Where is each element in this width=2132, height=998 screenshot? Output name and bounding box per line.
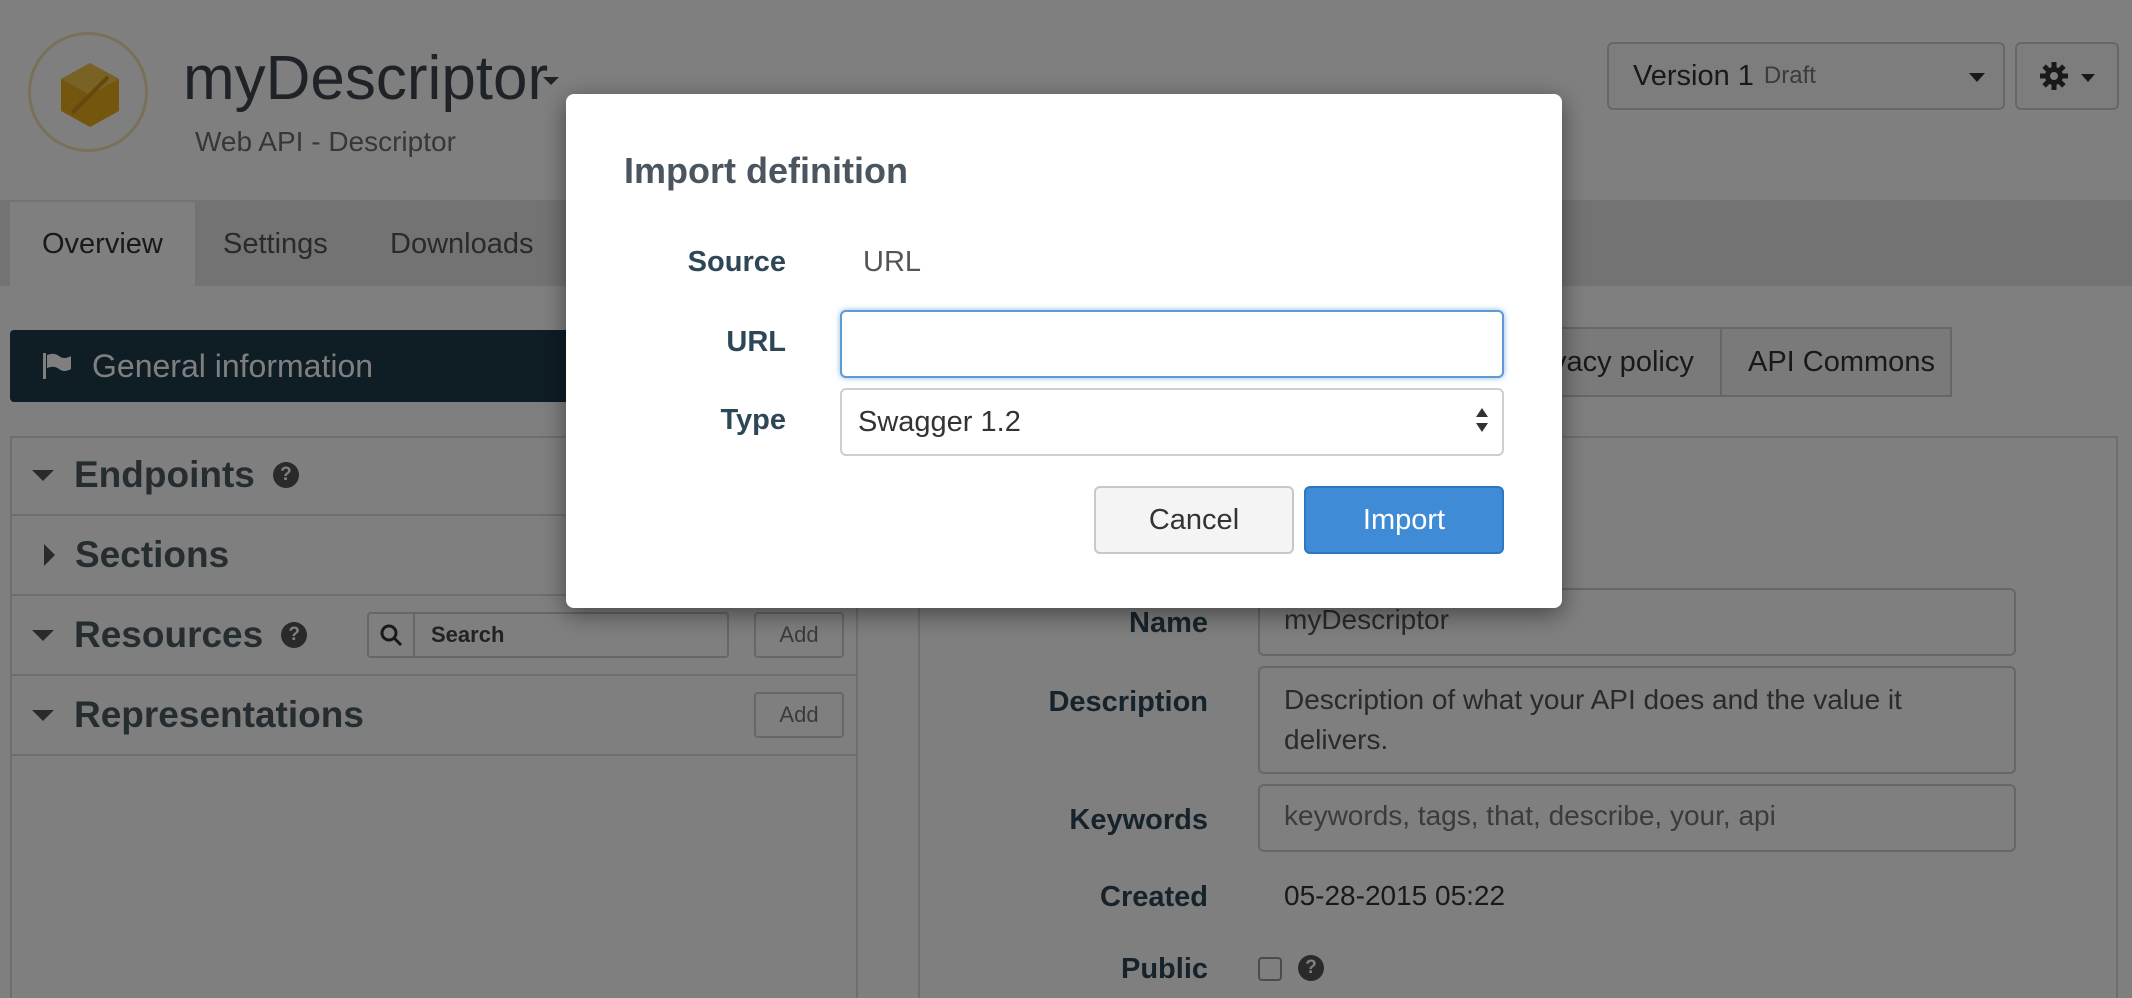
url-label: URL [726,326,786,358]
import-definition-dialog: Import definition Source URL URL Type Sw… [566,94,1562,608]
select-arrows-icon [1476,408,1488,432]
type-label: Type [720,404,786,436]
url-input[interactable] [840,310,1504,378]
cancel-button[interactable]: Cancel [1094,486,1294,554]
source-label: Source [687,246,786,278]
dialog-title: Import definition [624,150,908,191]
import-button[interactable]: Import [1304,486,1504,554]
source-value: URL [863,246,922,278]
type-select[interactable]: Swagger 1.2 [840,388,1504,456]
type-selected-value: Swagger 1.2 [858,405,1021,438]
